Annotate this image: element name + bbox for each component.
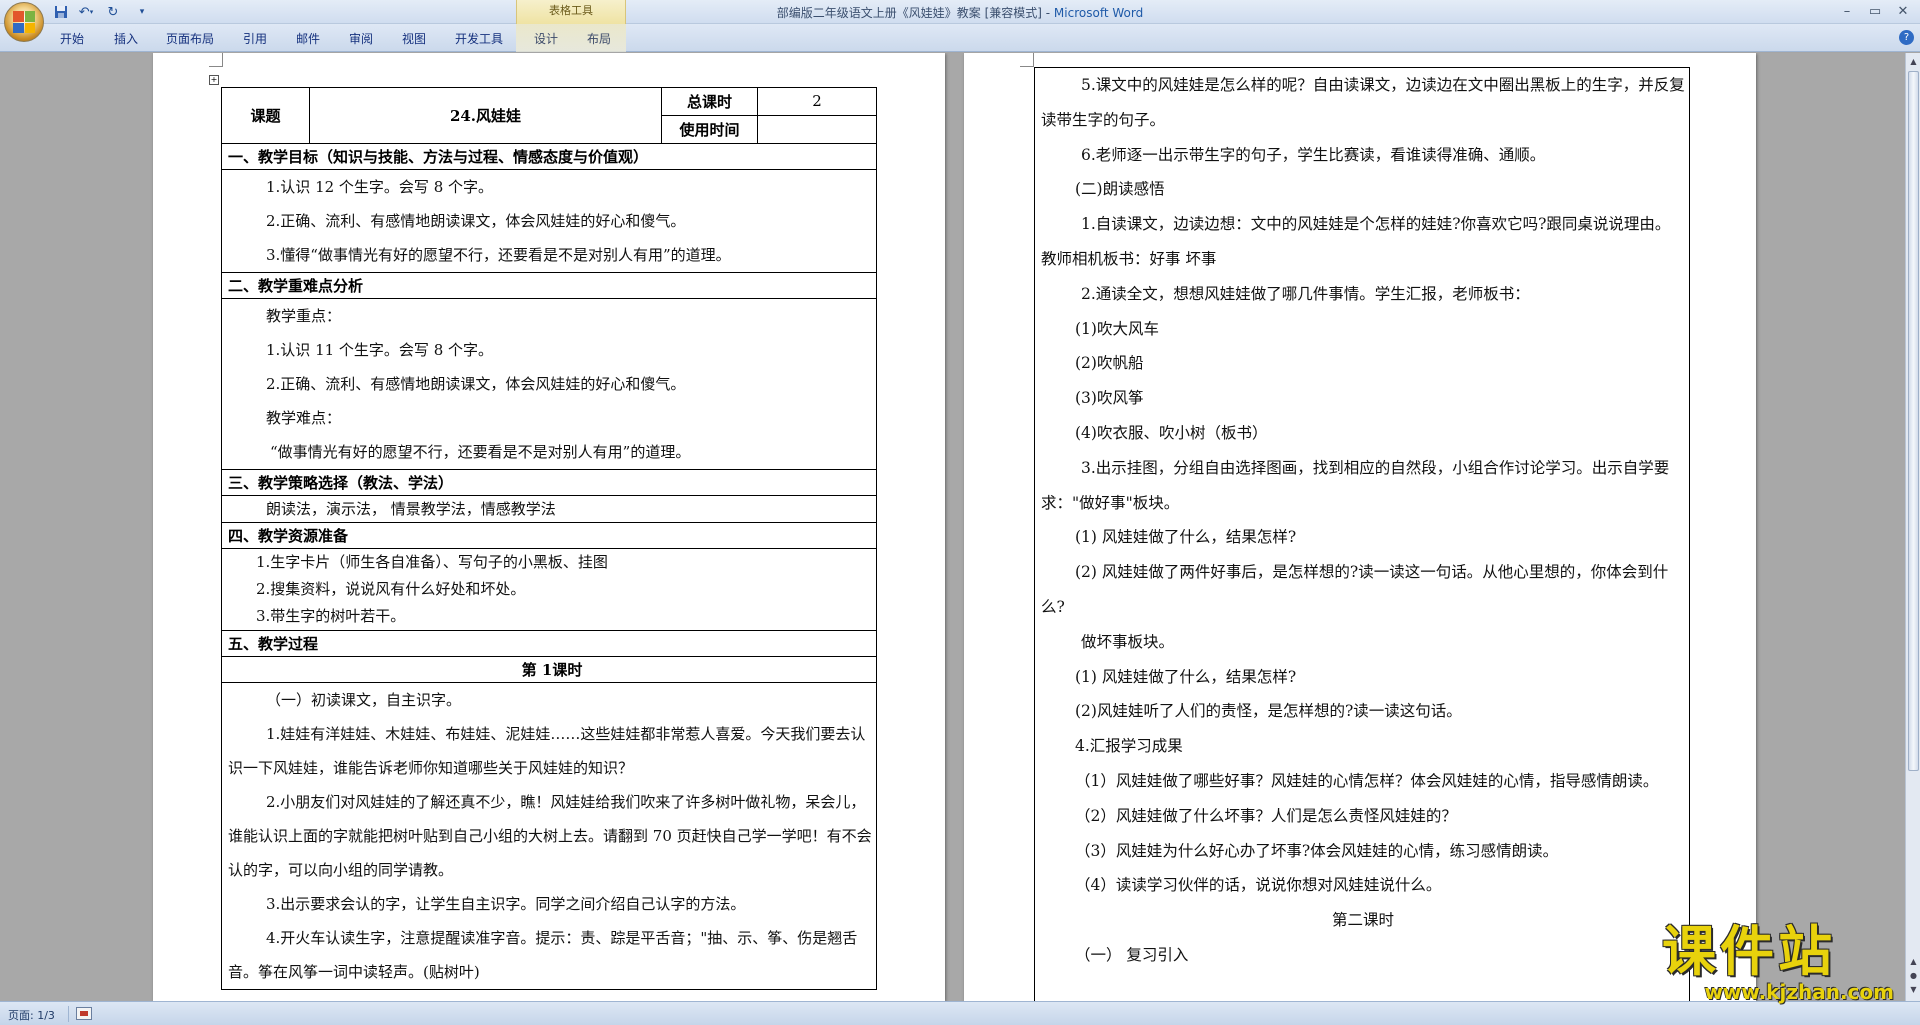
- process-item: （一）初读课文，自主识字。: [266, 691, 462, 709]
- crop-mark: [209, 53, 223, 67]
- use-time-value[interactable]: [758, 116, 876, 143]
- process-line: 做坏事板块。: [1081, 632, 1175, 651]
- previous-page-icon[interactable]: ▲: [1907, 955, 1920, 969]
- tab-insert[interactable]: 插入: [114, 30, 138, 48]
- process-title: 五、教学过程: [222, 631, 876, 657]
- total-hours-value[interactable]: 2: [758, 88, 876, 115]
- tab-home[interactable]: 开始: [60, 30, 84, 48]
- table-move-handle-icon[interactable]: +: [209, 75, 219, 85]
- resources-title: 四、教学资源准备: [222, 523, 876, 549]
- close-icon[interactable]: ✕: [1890, 1, 1916, 21]
- process-item: 3.出示要求会认的字，让学生自主识字。同学之间介绍自己认字的方法。: [266, 895, 746, 913]
- focus-item: 教学重点：: [266, 307, 342, 325]
- goal-item: 1.认识 12 个生字。会写 8 个字。: [266, 178, 494, 196]
- process-line: (1) 风娃娃做了什么，结果怎样?: [1075, 667, 1297, 686]
- document-workspace[interactable]: + 课题 24.风娃娃 总课时 2 使用时间 一、教学目标（知识与技能、方法与过…: [0, 53, 1905, 1001]
- resource-item: 3.带生字的树叶若干。: [256, 607, 406, 625]
- scrollbar-thumb[interactable]: [1908, 71, 1919, 771]
- resource-item: 1.生字卡片（师生各自准备）、写句子的小黑板、挂图: [256, 553, 608, 571]
- process-line: 3.出示挂图，分组自由选择图画，找到相应的自然段，小组合作讨论学习。出示自学要求…: [1041, 458, 1670, 512]
- table-header-row: 课题 24.风娃娃 总课时 2 使用时间: [222, 88, 876, 144]
- lesson-plan-table[interactable]: 课题 24.风娃娃 总课时 2 使用时间 一、教学目标（知识与技能、方法与过程、…: [221, 87, 877, 990]
- lesson1-title: 第 1课时: [222, 657, 876, 683]
- process-line: (1)吹大风车: [1075, 319, 1159, 338]
- watermark-title: 课件站: [1662, 920, 1836, 983]
- process-line: 5.课文中的风娃娃是怎么样的呢？自由读课文，边读边在文中圈出黑板上的生字，并反复…: [1041, 76, 1685, 129]
- tab-mailings[interactable]: 邮件: [296, 30, 320, 48]
- tab-developer[interactable]: 开发工具: [455, 30, 503, 48]
- topic-label: 课题: [222, 88, 310, 143]
- focus-item: 教学难点：: [266, 409, 342, 427]
- process-cell[interactable]: （一）初读课文，自主识字。 1.娃娃有洋娃娃、木娃娃、布娃娃、泥娃娃……这些娃娃…: [222, 683, 876, 989]
- process-line: 1.自读课文，边读边想：文中的风娃娃是个怎样的娃娃?你喜欢它吗?跟同桌说说理由。…: [1041, 215, 1671, 268]
- status-separator: [68, 1006, 69, 1022]
- process-line: 4.汇报学习成果: [1075, 737, 1183, 756]
- watermark-url: www.kjzhan.com: [1704, 980, 1894, 1004]
- restore-icon[interactable]: ▭: [1862, 1, 1888, 21]
- process-line: （一） 复习引入: [1075, 945, 1189, 964]
- tab-table-design[interactable]: 设计: [534, 30, 558, 48]
- process-line: (2)风娃娃听了人们的责怪，是怎样想的?读一读这句话。: [1075, 702, 1462, 721]
- vertical-scrollbar[interactable]: ▲ ▲ ● ▼: [1905, 53, 1920, 1001]
- site-watermark: 课件站 www.kjzhan.com: [1662, 920, 1900, 1005]
- strategy-title: 三、教学策略选择（教法、学法）: [222, 470, 876, 496]
- select-browse-object-icon[interactable]: ●: [1907, 969, 1920, 983]
- process-line: (3)吹风筝: [1075, 389, 1144, 408]
- process-line: (二)朗读感悟: [1075, 180, 1165, 199]
- topic-value[interactable]: 24.风娃娃: [310, 88, 662, 143]
- minimize-icon[interactable]: –: [1834, 1, 1860, 21]
- goal-item: 3.懂得“做事情光有好的愿望不行，还要看是不是对别人有用”的道理。: [266, 246, 731, 264]
- document-page-2[interactable]: 5.课文中的风娃娃是怎么样的呢？自由读课文，边读边在文中圈出黑板上的生字，并反复…: [964, 53, 1756, 1001]
- lesson2-title: 第二课时: [1331, 911, 1394, 930]
- tab-review[interactable]: 审阅: [349, 30, 373, 48]
- resources-cell[interactable]: 1.生字卡片（师生各自准备）、写句子的小黑板、挂图 2.搜集资料，说说风有什么好…: [222, 549, 876, 631]
- goals-title: 一、教学目标（知识与技能、方法与过程、情感态度与价值观）: [222, 144, 876, 170]
- tab-page-layout[interactable]: 页面布局: [166, 30, 214, 48]
- process-item: 4.开火车认读生字，注意提醒读准字音。提示：责、踪是平舌音；"抽、示、筝、伤是翘…: [228, 929, 858, 981]
- proofing-icon[interactable]: [76, 1007, 92, 1020]
- process-item: 2.小朋友们对风娃娃的了解还真不少，瞧！风娃娃给我们吹来了许多树叶做礼物，呆会儿…: [228, 793, 872, 879]
- resource-item: 2.搜集资料，说说风有什么好处和坏处。: [256, 580, 526, 598]
- focus-title: 二、教学重难点分析: [222, 273, 876, 299]
- process-line: 6.老师逐一出示带生字的句子，学生比赛读，看谁读得准确、通顺。: [1081, 145, 1546, 164]
- focus-item: 2.正确、流利、有感情地朗读课文，体会风娃娃的好心和傻气。: [266, 375, 686, 393]
- tab-view[interactable]: 视图: [402, 30, 426, 48]
- window-title: 部编版二年级语文上册《风娃娃》教案 [兼容模式] - Microsoft Wor…: [776, 6, 1144, 20]
- document-page-1[interactable]: + 课题 24.风娃娃 总课时 2 使用时间 一、教学目标（知识与技能、方法与过…: [153, 53, 945, 1001]
- goal-item: 2.正确、流利、有感情地朗读课文，体会风娃娃的好心和傻气。: [266, 212, 686, 230]
- process-line: （3）风娃娃为什么好心办了坏事?体会风娃娃的心情，练习感情朗读。: [1075, 841, 1559, 860]
- lesson-process-continued[interactable]: 5.课文中的风娃娃是怎么样的呢？自由读课文，边读边在文中圈出黑板上的生字，并反复…: [1034, 67, 1690, 1001]
- focus-item: “做事情光有好的愿望不行，还要看是不是对别人有用”的道理。: [270, 443, 691, 461]
- process-line: （4）读读学习伙伴的话，说说你想对风娃娃说什么。: [1075, 876, 1442, 895]
- crop-mark: [1020, 53, 1034, 67]
- ribbon-tabs: 开始 插入 页面布局 引用 邮件 审阅 视图 开发工具 设计 布局 ?: [0, 24, 1920, 52]
- status-bar: 页面: 1/3: [0, 1001, 1920, 1025]
- process-line: （1）风娃娃做了哪些好事？风娃娃的心情怎样？体会风娃娃的心情，指导感情朗读。: [1075, 771, 1659, 790]
- title-bar: 表格工具 ↶ ▾ ↻ ▾ 部编版二年级语文上册《风娃娃》教案 [兼容模式] - M…: [0, 0, 1920, 24]
- tab-table-layout[interactable]: 布局: [587, 30, 611, 48]
- next-page-icon[interactable]: ▼: [1907, 983, 1920, 997]
- help-icon[interactable]: ?: [1899, 30, 1914, 45]
- use-time-label: 使用时间: [662, 115, 758, 143]
- process-line: 2.通读全文，想想风娃娃做了哪几件事情。学生汇报，老师板书：: [1081, 284, 1530, 303]
- process-item: 1.娃娃有洋娃娃、木娃娃、布娃娃、泥娃娃……这些娃娃都非常惹人喜爱。今天我们要去…: [228, 725, 866, 777]
- process-line: (1) 风娃娃做了什么，结果怎样?: [1075, 528, 1297, 547]
- total-hours-label: 总课时: [662, 88, 758, 115]
- strategy-cell[interactable]: 朗读法，演示法， 情景教学法，情感教学法: [222, 496, 876, 523]
- process-line: （2）风娃娃做了什么坏事？人们是怎么责怪风娃娃的？: [1075, 806, 1457, 825]
- page-indicator[interactable]: 页面: 1/3: [8, 1007, 55, 1023]
- process-line: (2)吹帆船: [1075, 354, 1144, 373]
- office-logo-icon[interactable]: [4, 2, 44, 42]
- goals-cell[interactable]: 1.认识 12 个生字。会写 8 个字。 2.正确、流利、有感情地朗读课文，体会…: [222, 170, 876, 273]
- process-line: (2) 风娃娃做了两件好事后，是怎样想的?读一读这一句话。从他心里想的，你体会到…: [1041, 563, 1669, 616]
- header-meta: 总课时 2 使用时间: [662, 88, 876, 143]
- scroll-up-icon[interactable]: ▲: [1907, 55, 1920, 69]
- process-line: (4)吹衣服、吹小树（板书）: [1075, 423, 1268, 442]
- focus-cell[interactable]: 教学重点： 1.认识 11 个生字。会写 8 个字。 2.正确、流利、有感情地朗…: [222, 299, 876, 470]
- strategy-text: 朗读法，演示法， 情景教学法，情感教学法: [266, 500, 556, 518]
- focus-item: 1.认识 11 个生字。会写 8 个字。: [266, 341, 494, 359]
- tab-references[interactable]: 引用: [243, 30, 267, 48]
